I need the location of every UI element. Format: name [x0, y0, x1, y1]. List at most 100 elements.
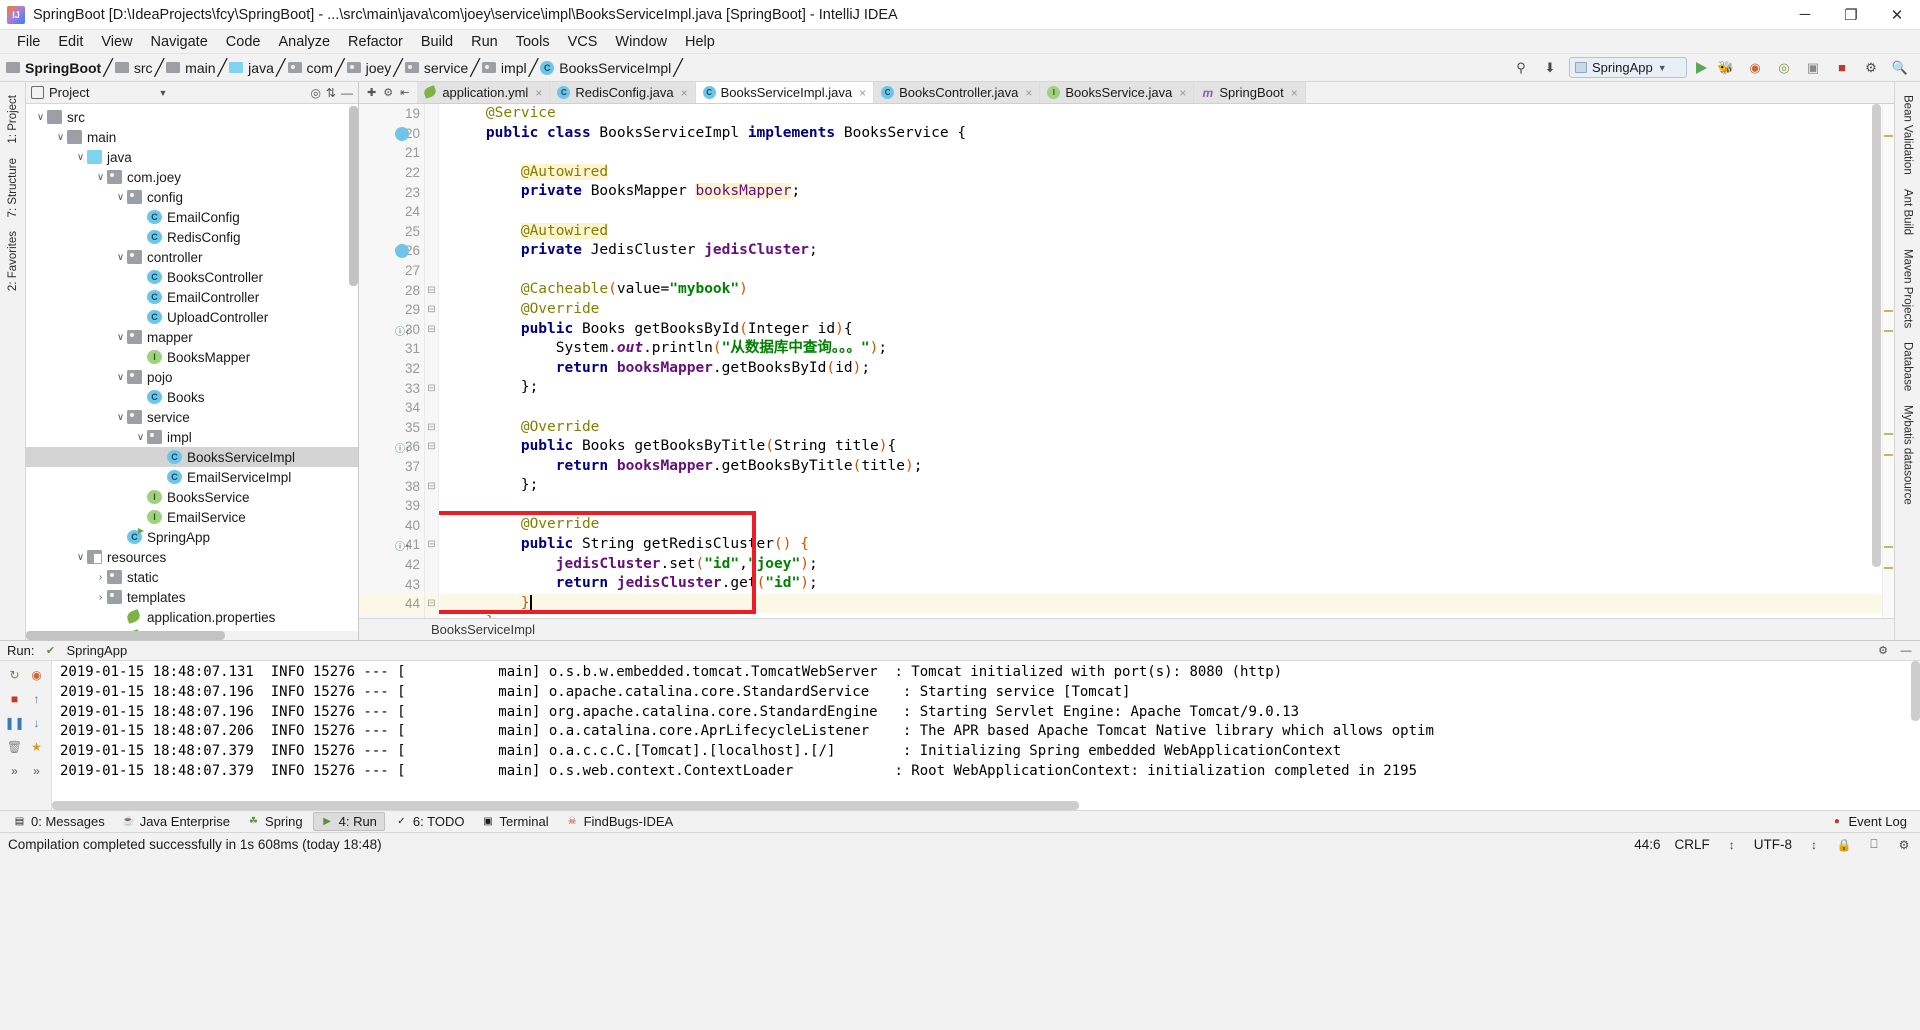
editor-breadcrumb-label[interactable]: BooksServiceImpl	[431, 622, 535, 637]
tree-arrow-icon[interactable]: ∨	[94, 172, 107, 183]
gear-icon[interactable]: ⚙	[383, 86, 393, 99]
debug-button[interactable]: 🐝	[1716, 58, 1736, 78]
rail-item-structure[interactable]: 7: Structure	[7, 151, 19, 224]
tree-item-com-joey[interactable]: ∨ com.joey	[26, 167, 358, 187]
locate-file-icon[interactable]: ◎	[310, 86, 320, 100]
tree-item-booksservice[interactable]: I BooksService	[26, 487, 358, 507]
stop-process-icon[interactable]: ■	[6, 690, 23, 707]
hide-panel-icon[interactable]: —	[341, 86, 353, 100]
toolwindow-0--messages[interactable]: ▤ 0: Messages	[6, 813, 112, 830]
line-separator-chevron-icon[interactable]: ↕	[1724, 837, 1740, 853]
editor-gutter[interactable]: 19 20 21 22 23 24 25 26 27 28 29 30 ⓘ↑ 31 32 33 34 35 36 ⓘ↑…	[359, 104, 425, 618]
rail-item-antbuild[interactable]: Ant Build	[1902, 182, 1914, 242]
code-line-32[interactable]: return booksMapper.getBooksById(id);	[439, 359, 1882, 379]
line-separator[interactable]: CRLF	[1674, 837, 1709, 852]
update-project-icon[interactable]: ⬇	[1540, 58, 1560, 78]
project-tree[interactable]: ∨ src ∨ main ∨ java ∨ com.joey ∨ config C EmailConf…	[26, 104, 358, 640]
breadcrumb-item-src[interactable]: src	[113, 60, 155, 76]
toolwindow-terminal[interactable]: ▣ Terminal	[474, 813, 555, 830]
fold-marker-icon[interactable]: ⊟	[427, 422, 435, 433]
breadcrumb-item-booksserviceimpl[interactable]: C BooksServiceImpl	[538, 60, 673, 76]
rail-item-mavenprojects[interactable]: Maven Projects	[1902, 242, 1914, 335]
code-line-22[interactable]: @Autowired	[439, 163, 1882, 183]
fold-column[interactable]: ⊟ ⊟ ⊟ ⊟ ⊟ ⊟ ⊟ ⊟ ⊟	[425, 104, 439, 618]
print-icon[interactable]: ★	[28, 738, 45, 755]
breadcrumb-item-service[interactable]: service	[403, 60, 470, 76]
tree-item-springapp[interactable]: C SpringApp	[26, 527, 358, 547]
settings-gear-icon[interactable]: ⚙	[1861, 58, 1881, 78]
branch-icon[interactable]: ⎕	[1866, 837, 1882, 853]
tree-arrow-icon[interactable]: ∨	[114, 252, 127, 263]
toolwindow-findbugs-idea[interactable]: ☠ FindBugs-IDEA	[559, 813, 681, 830]
tree-item-redisconfig[interactable]: C RedisConfig	[26, 227, 358, 247]
tree-item-service[interactable]: ∨ service	[26, 407, 358, 427]
code-line-38[interactable]: };	[439, 476, 1882, 496]
tree-item-bookscontroller[interactable]: C BooksController	[26, 267, 358, 287]
menu-item-tools[interactable]: Tools	[507, 32, 559, 52]
fold-marker-icon[interactable]: ⊟	[427, 304, 435, 315]
close-tab-icon[interactable]: ×	[1025, 86, 1032, 100]
fold-marker-icon[interactable]: ⊟	[427, 481, 435, 492]
error-stripe-mark[interactable]	[1884, 309, 1893, 312]
close-tab-icon[interactable]: ×	[535, 86, 542, 100]
close-tab-icon[interactable]: ×	[859, 86, 866, 100]
run-settings-gear-icon[interactable]: ⚙	[1876, 644, 1890, 658]
tree-item-main[interactable]: ∨ main	[26, 127, 358, 147]
rail-item-mybatisdatasource[interactable]: Mybatis datasource	[1902, 398, 1914, 512]
rail-item-database[interactable]: Database	[1902, 335, 1914, 398]
scroll-down-icon[interactable]: ↓	[28, 714, 45, 731]
code-line-42[interactable]: jedisCluster.set("id","joey");	[439, 555, 1882, 575]
override-impl-icon[interactable]: ⓘ↑	[395, 323, 410, 338]
code-line-35[interactable]: @Override	[439, 418, 1882, 438]
thread-dump-icon[interactable]: ◉	[28, 666, 45, 683]
add-icon[interactable]: ✚	[367, 86, 376, 99]
encoding[interactable]: UTF-8	[1754, 837, 1792, 852]
search-icon[interactable]: 🔍	[1890, 58, 1910, 78]
fold-marker-icon[interactable]: ⊟	[427, 324, 435, 335]
code-line-24[interactable]	[439, 202, 1882, 222]
tree-arrow-icon[interactable]: ∨	[114, 372, 127, 383]
encoding-chevron-icon[interactable]: ↕	[1806, 837, 1822, 853]
tree-horizontal-scrollbar[interactable]	[26, 631, 358, 640]
editor-tab-springboot[interactable]: m SpringBoot ×	[1194, 82, 1306, 103]
code-editor[interactable]: 19 20 21 22 23 24 25 26 27 28 29 30 ⓘ↑ 31 32 33 34 35 36 ⓘ↑…	[359, 104, 1894, 618]
fold-marker-icon[interactable]: ⊟	[427, 383, 435, 394]
run-button[interactable]	[1696, 61, 1707, 74]
editor-vertical-scrollbar[interactable]	[1872, 104, 1881, 618]
error-stripe-mark[interactable]	[1884, 546, 1893, 549]
breadcrumb-item-com[interactable]: com	[286, 60, 335, 76]
tree-vertical-scrollbar[interactable]	[349, 106, 358, 286]
tree-arrow-icon[interactable]: ∨	[74, 552, 87, 563]
tree-item-resources[interactable]: ∨ resources	[26, 547, 358, 567]
tree-item-emailservice[interactable]: I EmailService	[26, 507, 358, 527]
tree-item-application-properties[interactable]: application.properties	[26, 607, 358, 627]
rail-item-favorites[interactable]: 2: Favorites	[7, 224, 19, 298]
toolwindow-event-log[interactable]: ● Event Log	[1823, 813, 1914, 830]
menu-item-vcs[interactable]: VCS	[559, 32, 607, 52]
tree-item-booksmapper[interactable]: I BooksMapper	[26, 347, 358, 367]
fold-marker-icon[interactable]: ⊟	[427, 441, 435, 452]
code-line-45[interactable]: }	[439, 613, 1882, 618]
code-line-20[interactable]: public class BooksServiceImpl implements…	[439, 124, 1882, 144]
tree-arrow-icon[interactable]: ›	[94, 592, 107, 603]
tree-arrow-icon[interactable]: ∨	[74, 152, 87, 163]
error-stripe-mark[interactable]	[1884, 566, 1893, 569]
code-line-21[interactable]	[439, 143, 1882, 163]
menu-item-refactor[interactable]: Refactor	[339, 32, 412, 52]
code-line-23[interactable]: private BooksMapper booksMapper;	[439, 182, 1882, 202]
pause-icon[interactable]: ❚❚	[4, 714, 24, 731]
breadcrumb-item-java[interactable]: java	[227, 60, 276, 76]
tree-item-impl[interactable]: ∨ impl	[26, 427, 358, 447]
breadcrumb-item-springboot[interactable]: SpringBoot	[4, 60, 103, 76]
tree-arrow-icon[interactable]: ›	[94, 572, 107, 583]
tree-item-booksserviceimpl[interactable]: C BooksServiceImpl	[26, 447, 358, 467]
code-line-28[interactable]: @Cacheable(value="mybook")	[439, 280, 1882, 300]
code-line-43[interactable]: return jedisCluster.get("id");	[439, 574, 1882, 594]
rail-item-beanvalidation[interactable]: Bean Validation	[1902, 88, 1914, 182]
menu-item-build[interactable]: Build	[412, 32, 462, 52]
code-line-25[interactable]: @Autowired	[439, 222, 1882, 242]
console-vertical-scrollbar[interactable]	[1911, 661, 1920, 810]
editor-tab-booksservice-java[interactable]: I BooksService.java ×	[1040, 82, 1195, 103]
toolwindow-4--run[interactable]: ▶ 4: Run	[312, 812, 385, 831]
code-line-19[interactable]: @Service	[439, 104, 1882, 124]
